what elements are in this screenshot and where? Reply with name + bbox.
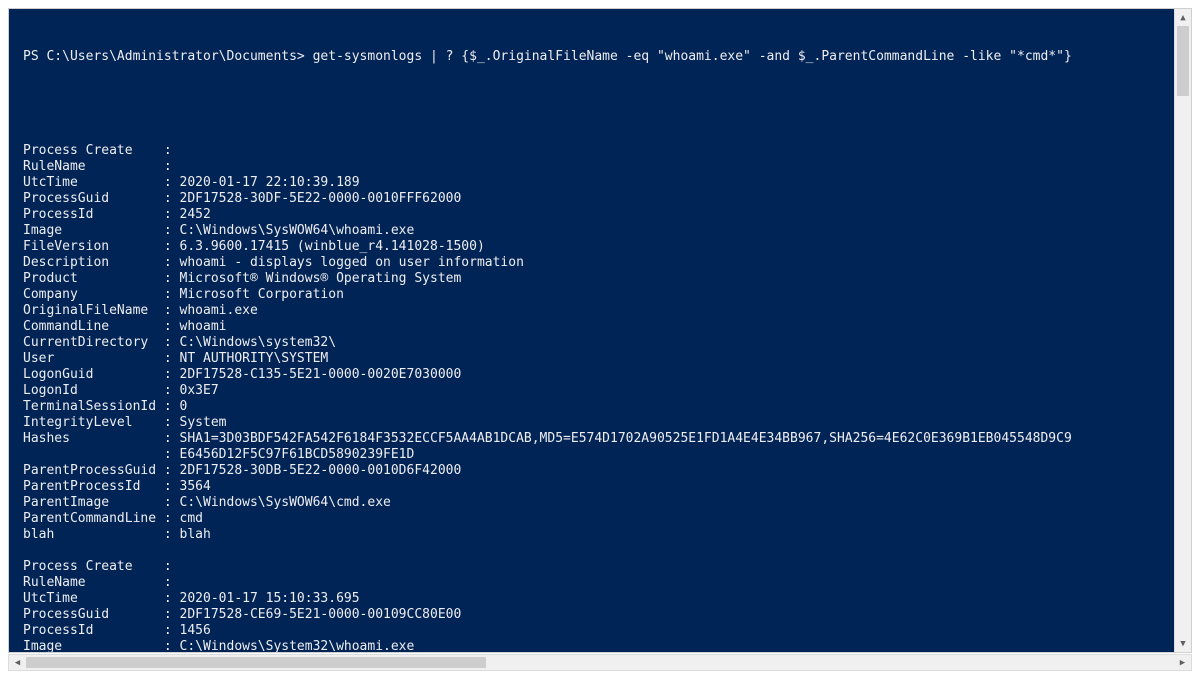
output-line: UtcTime : 2020-01-17 22:10:39.189 bbox=[23, 175, 1164, 191]
output-line: Process Create : bbox=[23, 559, 1164, 575]
output-line: Image : C:\Windows\System32\whoami.exe bbox=[23, 639, 1164, 652]
horizontal-scrollbar[interactable]: ◀ ▶ bbox=[8, 654, 1192, 671]
output-line: CurrentDirectory : C:\Windows\system32\ bbox=[23, 335, 1164, 351]
console-client-area: PS C:\Users\Administrator\Documents> get… bbox=[8, 8, 1192, 653]
output-line: Company : Microsoft Corporation bbox=[23, 287, 1164, 303]
output-line: blah : blah bbox=[23, 527, 1164, 543]
output-line: Product : Microsoft® Windows® Operating … bbox=[23, 271, 1164, 287]
output-line: ProcessId : 2452 bbox=[23, 207, 1164, 223]
output-line: ParentProcessId : 3564 bbox=[23, 479, 1164, 495]
output-line: UtcTime : 2020-01-17 15:10:33.695 bbox=[23, 591, 1164, 607]
output-line: RuleName : bbox=[23, 159, 1164, 175]
output-line: User : NT AUTHORITY\SYSTEM bbox=[23, 351, 1164, 367]
output-line: ProcessGuid : 2DF17528-CE69-5E21-0000-00… bbox=[23, 607, 1164, 623]
scroll-right-arrow-icon[interactable]: ▶ bbox=[1174, 655, 1191, 670]
horizontal-scroll-thumb[interactable] bbox=[26, 657, 486, 668]
output-line: Process Create : bbox=[23, 143, 1164, 159]
output-line: ParentImage : C:\Windows\SysWOW64\cmd.ex… bbox=[23, 495, 1164, 511]
powershell-window: PS C:\Users\Administrator\Documents> get… bbox=[0, 0, 1200, 675]
output-line: FileVersion : 6.3.9600.17415 (winblue_r4… bbox=[23, 239, 1164, 255]
horizontal-scroll-track[interactable] bbox=[26, 655, 1174, 670]
output-line: LogonId : 0x3E7 bbox=[23, 383, 1164, 399]
output-line: ParentProcessGuid : 2DF17528-30DB-5E22-0… bbox=[23, 463, 1164, 479]
output-line: : E6456D12F5C97F61BCD5890239FE1D bbox=[23, 447, 1164, 463]
scroll-left-arrow-icon[interactable]: ◀ bbox=[9, 655, 26, 670]
output-line: ParentCommandLine : cmd bbox=[23, 511, 1164, 527]
console-viewport[interactable]: PS C:\Users\Administrator\Documents> get… bbox=[9, 9, 1174, 652]
scroll-down-arrow-icon[interactable]: ▼ bbox=[1175, 635, 1191, 652]
vertical-scrollbar[interactable]: ▲ ▼ bbox=[1174, 9, 1191, 652]
output-line: TerminalSessionId : 0 bbox=[23, 399, 1164, 415]
output-line: Hashes : SHA1=3D03BDF542FA542F6184F3532E… bbox=[23, 431, 1164, 447]
output-line: LogonGuid : 2DF17528-C135-5E21-0000-0020… bbox=[23, 367, 1164, 383]
output-line: ProcessId : 1456 bbox=[23, 623, 1164, 639]
console-output: PS C:\Users\Administrator\Documents> get… bbox=[9, 9, 1174, 652]
output-line: OriginalFileName : whoami.exe bbox=[23, 303, 1164, 319]
blank-line bbox=[23, 543, 1164, 559]
output-line: RuleName : bbox=[23, 575, 1164, 591]
output-line: Image : C:\Windows\SysWOW64\whoami.exe bbox=[23, 223, 1164, 239]
output-line: CommandLine : whoami bbox=[23, 319, 1164, 335]
vertical-scroll-track[interactable] bbox=[1175, 26, 1191, 635]
output-line: IntegrityLevel : System bbox=[23, 415, 1164, 431]
output-line: ProcessGuid : 2DF17528-30DF-5E22-0000-00… bbox=[23, 191, 1164, 207]
scroll-up-arrow-icon[interactable]: ▲ bbox=[1175, 9, 1191, 26]
vertical-scroll-thumb[interactable] bbox=[1177, 26, 1189, 96]
prompt-line: PS C:\Users\Administrator\Documents> get… bbox=[23, 49, 1164, 65]
output-line: Description : whoami - displays logged o… bbox=[23, 255, 1164, 271]
